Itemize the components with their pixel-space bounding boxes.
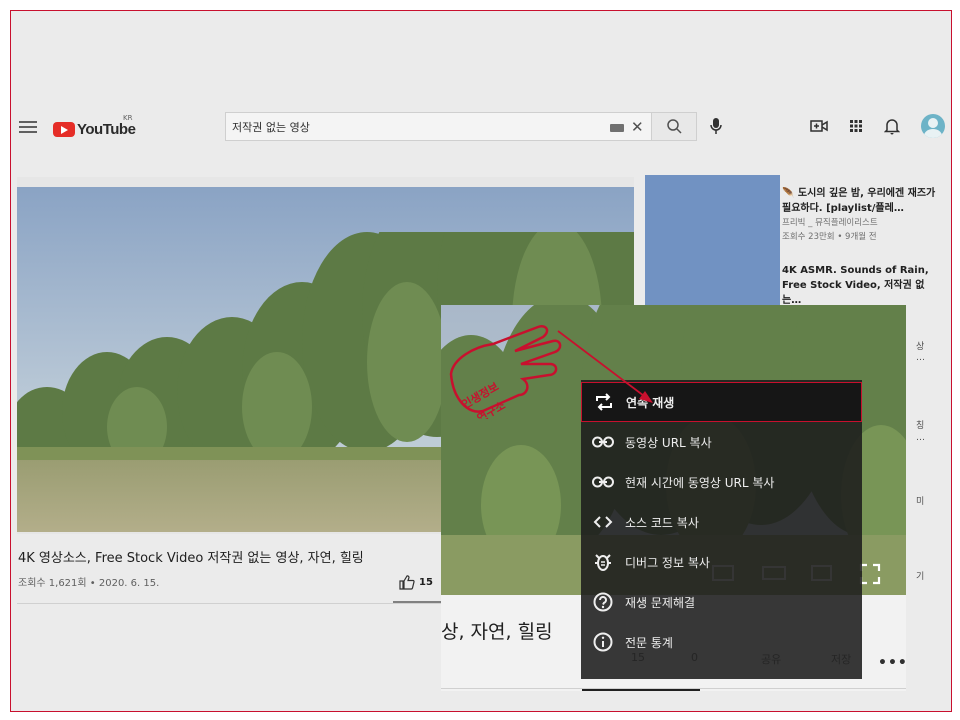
screenshot-frame: YouTube KR 저작권 없는 영상 ✕ 4K 영상소스, Free Sto… — [10, 10, 952, 712]
related-video-title: 🪶 도시의 깊은 밤, 우리에겐 재즈가 필요하다. [playlist/플레… — [782, 188, 936, 214]
related-video-item[interactable]: 🪶 도시의 깊은 밤, 우리에겐 재즈가 필요하다. [playlist/플레…… — [782, 186, 942, 244]
like-button[interactable]: 15 — [399, 575, 433, 590]
menu-item-copy-debug[interactable]: 디버그 정보 복사 — [581, 542, 862, 582]
related-video-title: 4K ASMR. Sounds of Rain, Free Stock Vide… — [782, 265, 929, 306]
link-icon — [592, 436, 614, 448]
menu-item-label: 디버그 정보 복사 — [625, 555, 710, 570]
menu-item-label: 재생 문제해결 — [625, 595, 696, 610]
related-video-meta: 조회수 23만회 • 9개월 전 — [782, 232, 877, 242]
search-icon — [667, 119, 682, 134]
sidebar-fragment: 칭 — [916, 421, 925, 431]
pointing-hand-watermark: 인생정보 연구소 — [449, 325, 653, 419]
fullscreen-icon[interactable] — [859, 563, 881, 585]
menu-item-copy-url-time[interactable]: 현재 시간에 동영상 URL 복사 — [581, 462, 862, 502]
link-icon — [592, 476, 614, 488]
search-button[interactable] — [652, 112, 697, 141]
help-icon — [593, 592, 613, 612]
search-input[interactable]: 저작권 없는 영상 ✕ — [225, 112, 652, 141]
menu-icon[interactable] — [19, 118, 37, 136]
video-meta: 조회수 1,621회 • 2020. 6. 15. — [18, 578, 160, 589]
logo-region: KR — [123, 114, 133, 122]
related-video-thumbnail[interactable] — [645, 175, 780, 309]
player-context-menu: 연속 재생 동영상 URL 복사 현재 시간에 동영상 URL 복사 소스 코드… — [581, 380, 862, 679]
related-video-channel: 프리빅 _ 뮤직플레이리스트 — [782, 218, 878, 228]
menu-item-stats-for-nerds[interactable]: 전문 통계 — [581, 622, 862, 662]
menu-item-label: 소스 코드 복사 — [625, 515, 699, 530]
menu-item-label: 현재 시간에 동영상 URL 복사 — [625, 475, 775, 490]
create-video-icon — [810, 120, 828, 132]
clear-icon[interactable]: ✕ — [631, 118, 644, 136]
menu-item-label: 전문 통계 — [625, 635, 673, 650]
mic-button[interactable] — [709, 117, 723, 135]
menu-item-copy-embed[interactable]: 소스 코드 복사 — [581, 502, 862, 542]
sidebar-fragment: 기 — [916, 572, 925, 582]
menu-item-label: 동영상 URL 복사 — [625, 435, 712, 450]
active-tab-underline — [582, 689, 700, 691]
overlay-video-title: 상, 자연, 힐링 — [441, 621, 553, 643]
code-icon — [593, 516, 613, 528]
masthead: YouTube KR 저작권 없는 영상 ✕ — [11, 108, 951, 150]
menu-item-troubleshoot[interactable]: 재생 문제해결 — [581, 582, 862, 622]
youtube-play-icon — [53, 121, 75, 137]
keyboard-icon[interactable] — [610, 124, 624, 132]
bell-icon — [884, 119, 900, 135]
youtube-logo[interactable]: YouTube KR — [53, 114, 136, 138]
sidebar-fragment: … — [916, 353, 925, 363]
sidebar-fragment: … — [916, 433, 925, 443]
menu-item-copy-url[interactable]: 동영상 URL 복사 — [581, 422, 862, 462]
mic-icon — [710, 118, 722, 134]
info-icon — [593, 632, 613, 652]
logo-wordmark: YouTube — [77, 120, 136, 138]
avatar[interactable] — [921, 114, 945, 138]
video-title[interactable]: 4K 영상소스, Free Stock Video 저작권 없는 영상, 자연,… — [18, 547, 364, 566]
create-video-button[interactable] — [810, 118, 828, 134]
apps-grid-icon — [850, 120, 862, 132]
more-options-icon[interactable]: ••• — [878, 655, 908, 671]
sidebar-fragment: 상 — [916, 342, 925, 352]
bug-icon — [595, 554, 611, 571]
apps-button[interactable] — [848, 118, 864, 134]
sidebar-fragment: 미 — [916, 497, 925, 507]
notifications-button[interactable] — [884, 118, 900, 135]
search-query: 저작권 없는 영상 — [232, 121, 310, 134]
like-count: 15 — [419, 577, 433, 588]
thumbs-up-icon — [399, 575, 415, 590]
